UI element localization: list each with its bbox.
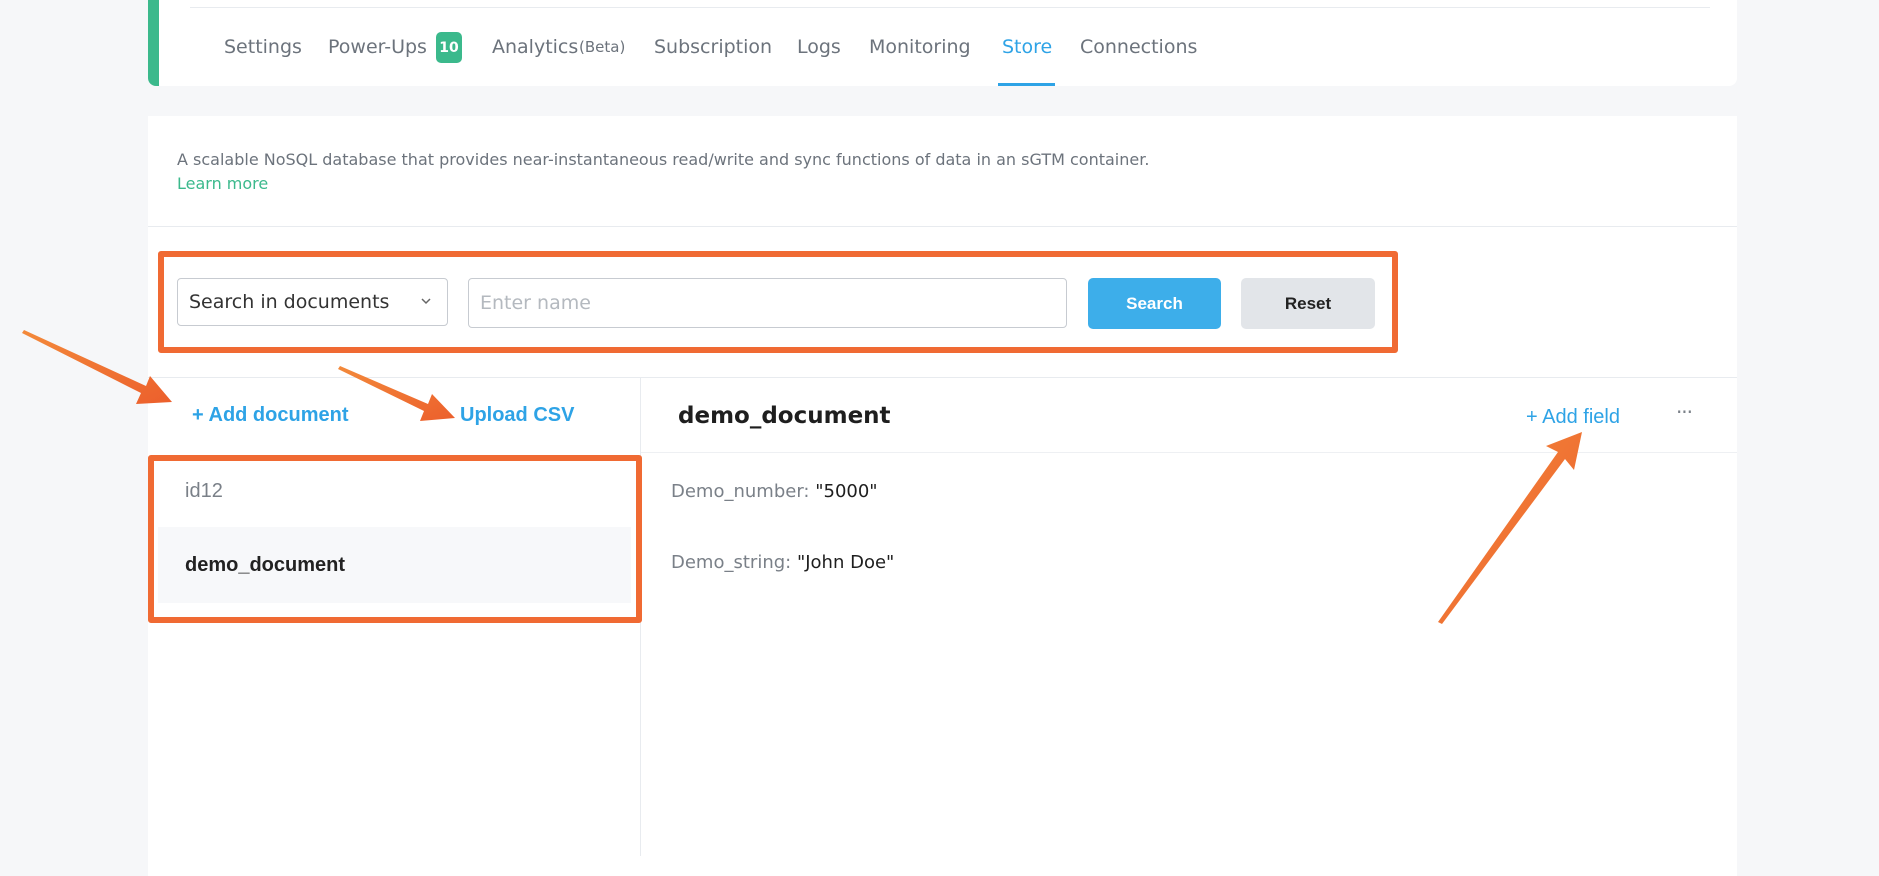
upload-csv-button[interactable]: Upload CSV: [460, 404, 574, 427]
document-list-item-selected[interactable]: demo_document: [158, 527, 631, 603]
field-value[interactable]: "John Doe": [797, 552, 894, 573]
document-list-item[interactable]: id12: [158, 453, 631, 529]
document-title: demo_document: [678, 403, 891, 429]
search-scope-select[interactable]: Search in documents: [177, 278, 448, 326]
learn-more-link[interactable]: Learn more: [177, 174, 268, 193]
tab-subscription[interactable]: Subscription: [654, 36, 772, 58]
document-field: Demo_string: "John Doe": [671, 552, 894, 573]
chevron-down-icon: [421, 298, 431, 305]
divider: [641, 452, 1737, 453]
document-name: id12: [185, 479, 223, 502]
divider: [190, 7, 1710, 8]
more-options-icon[interactable]: ···: [1670, 400, 1698, 430]
power-ups-count-badge: 10: [436, 32, 462, 63]
search-input[interactable]: [468, 278, 1067, 328]
tab-monitoring[interactable]: Monitoring: [869, 36, 971, 58]
beta-label: (Beta): [579, 38, 626, 56]
field-key: Demo_string:: [671, 552, 792, 573]
tab-settings[interactable]: Settings: [224, 36, 302, 58]
document-field: Demo_number: "5000": [671, 481, 878, 502]
field-key: Demo_number:: [671, 481, 810, 502]
divider: [148, 226, 1737, 227]
tab-logs[interactable]: Logs: [797, 36, 841, 58]
store-description: A scalable NoSQL database that provides …: [177, 150, 1150, 169]
active-tab-indicator: [998, 83, 1055, 86]
divider: [148, 377, 1737, 378]
panel-divider: [640, 378, 641, 856]
document-name: demo_document: [185, 553, 346, 576]
reset-button[interactable]: Reset: [1241, 278, 1375, 329]
add-field-button[interactable]: + Add field: [1526, 406, 1620, 429]
field-value[interactable]: "5000": [815, 481, 877, 502]
tab-connections[interactable]: Connections: [1080, 36, 1197, 58]
add-document-button[interactable]: + Add document: [192, 404, 348, 427]
accent-bar: [148, 0, 159, 86]
tab-store[interactable]: Store: [1002, 36, 1052, 58]
search-scope-value: Search in documents: [189, 291, 390, 313]
search-button[interactable]: Search: [1088, 278, 1221, 329]
tab-analytics[interactable]: Analytics: [492, 36, 578, 58]
tab-power-ups[interactable]: Power-Ups: [328, 36, 427, 58]
